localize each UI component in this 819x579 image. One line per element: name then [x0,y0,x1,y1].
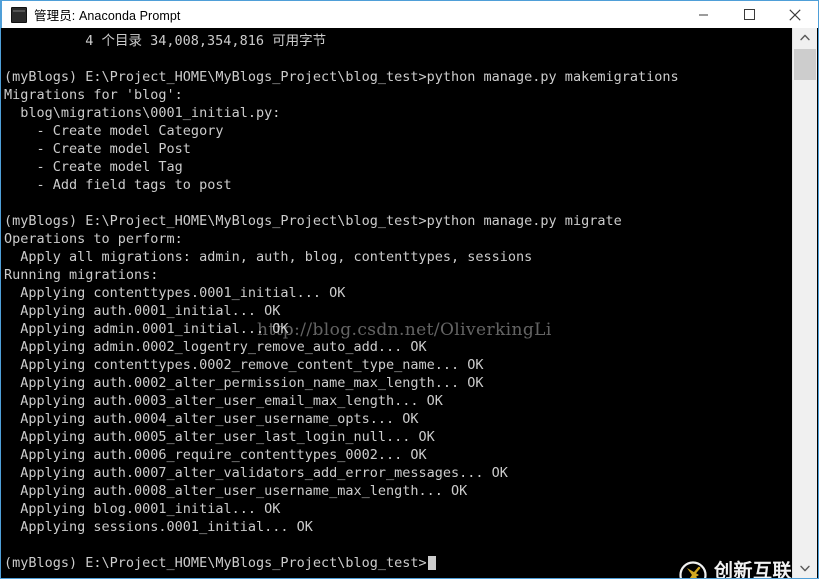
scrollbar-track[interactable] [793,47,817,559]
console-line: Applying blog.0001_initial... OK [4,501,281,517]
console-line: (myBlogs) E:\Project_HOME\MyBlogs_Projec… [4,213,622,229]
console-output-area[interactable]: 4 个目录 34,008,354,816 可用字节 (myBlogs) E:\P… [2,28,794,578]
title-bar[interactable]: 管理员: Anaconda Prompt [1,0,818,28]
scroll-down-arrow-icon[interactable] [793,559,817,578]
vertical-scrollbar[interactable] [792,28,817,578]
console-line: Applying auth.0005_alter_user_last_login… [4,429,435,445]
console-line: Applying auth.0002_alter_permission_name… [4,375,484,391]
console-line: Applying contenttypes.0002_remove_conten… [4,357,484,373]
console-icon [11,6,27,23]
console-line: Applying auth.0004_alter_user_username_o… [4,411,419,427]
scrollbar-thumb[interactable] [794,49,816,80]
console-line: blog\migrations\0001_initial.py: [4,105,281,121]
console-line: Operations to perform: [4,231,183,247]
console-line: Running migrations: [4,267,159,283]
console-line: - Create model Tag [4,159,183,175]
maximize-button[interactable] [726,1,772,28]
console-line: Applying admin.0002_logentry_remove_auto… [4,339,427,355]
console-line: 4 个目录 34,008,354,816 可用字节 [4,33,327,49]
console-line: Applying contenttypes.0001_initial... OK [4,285,346,301]
console-line: - Create model Post [4,141,191,157]
console-line: Applying auth.0001_initial... OK [4,303,281,319]
scroll-up-arrow-icon[interactable] [793,28,817,47]
console-line: Applying auth.0003_alter_user_email_max_… [4,393,443,409]
text-cursor [427,556,436,570]
console-line: (myBlogs) E:\Project_HOME\MyBlogs_Projec… [2,554,794,572]
console-line: (myBlogs) E:\Project_HOME\MyBlogs_Projec… [4,69,679,85]
console-line: - Add field tags to post [4,177,232,193]
console-line: Applying admin.0001_initial... OK [4,321,289,337]
console-line: Applying auth.0007_alter_validators_add_… [4,465,508,481]
console-line: Applying auth.0008_alter_user_username_m… [4,483,468,499]
console-line: Applying sessions.0001_initial... OK [4,519,313,535]
minimize-button[interactable] [680,1,726,28]
console-text: 4 个目录 34,008,354,816 可用字节 (myBlogs) E:\P… [2,28,794,572]
console-window: 管理员: Anaconda Prompt 4 个目录 34,008,354,81… [0,0,819,579]
console-line: Applying auth.0006_require_contenttypes_… [4,447,427,463]
console-line: Apply all migrations: admin, auth, blog,… [4,249,533,265]
console-line: - Create model Category [4,123,224,139]
close-button[interactable] [772,1,818,28]
console-line: Migrations for 'blog': [4,87,183,103]
window-title: 管理员: Anaconda Prompt [34,9,181,23]
